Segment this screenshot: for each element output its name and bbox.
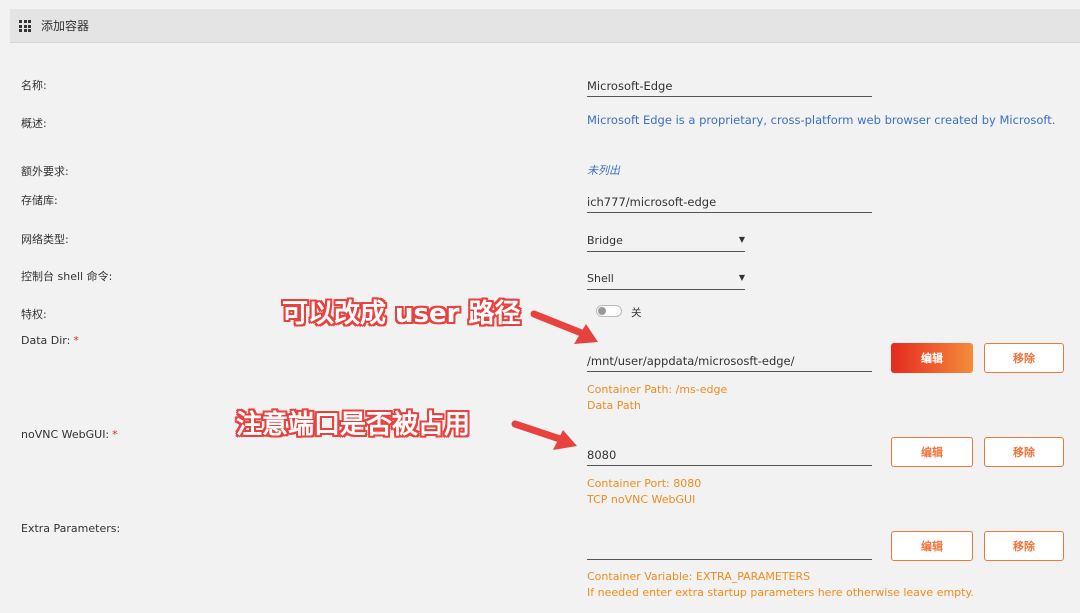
data-dir-hint-desc: Data Path [587, 399, 641, 412]
section-header: 添加容器 [10, 9, 1080, 43]
section-title: 添加容器 [41, 19, 90, 33]
data-dir-remove-button[interactable]: 移除 [984, 343, 1064, 373]
required-marker: * [112, 428, 118, 441]
privileged-toggle-label: 关 [631, 307, 642, 319]
extra-parameters-hint-desc: If needed enter extra startup parameters… [587, 586, 974, 599]
data-dir-edit-button[interactable]: 编辑 [891, 343, 973, 373]
label-novnc-webgui: noVNC WebGUI: * [21, 428, 118, 441]
novnc-edit-button[interactable]: 编辑 [891, 437, 973, 467]
data-dir-field[interactable]: /mnt/user/appdata/micrososft-edge/ [587, 351, 872, 372]
data-dir-hint-path: Container Path: /ms-edge [587, 383, 728, 396]
label-repository: 存储库: [21, 194, 58, 207]
annotation-arrow-icon [511, 420, 577, 450]
extra-parameters-remove-button[interactable]: 移除 [984, 531, 1064, 561]
label-privileged: 特权: [21, 308, 47, 321]
label-name: 名称: [21, 79, 47, 92]
label-console-shell: 控制台 shell 命令: [21, 270, 113, 283]
network-type-select[interactable]: Bridge ▼ [587, 231, 745, 252]
grid-icon [19, 20, 31, 32]
extra-parameters-field[interactable] [587, 539, 872, 560]
overview-text: Microsoft Edge is a proprietary, cross-p… [587, 113, 1056, 127]
annotation-arrow-icon [530, 310, 598, 344]
label-overview: 概述: [21, 117, 47, 130]
novnc-remove-button[interactable]: 移除 [984, 437, 1064, 467]
console-shell-select[interactable]: Shell ▼ [587, 269, 745, 290]
repository-field[interactable]: ich777/microsoft-edge [587, 192, 872, 213]
novnc-hint-desc: TCP noVNC WebGUI [587, 493, 696, 506]
novnc-port-field[interactable]: 8080 [587, 445, 872, 466]
extra-requirements-value: 未列出 [587, 164, 620, 177]
dropdown-arrow-icon: ▼ [738, 235, 745, 244]
label-data-dir: Data Dir: * [21, 334, 79, 347]
label-extra-requirements: 额外要求: [21, 165, 69, 178]
extra-parameters-edit-button[interactable]: 编辑 [891, 531, 973, 561]
dropdown-arrow-icon: ▼ [738, 273, 745, 282]
annotation-port-check: 注意端口是否被占用 [236, 410, 471, 440]
novnc-hint-port: Container Port: 8080 [587, 477, 702, 490]
annotation-user-path: 可以改成 user 路径 [282, 299, 521, 329]
label-extra-parameters: Extra Parameters: [21, 522, 121, 535]
name-field[interactable]: Microsoft-Edge [587, 76, 872, 97]
extra-parameters-hint-var: Container Variable: EXTRA_PARAMETERS [587, 570, 811, 583]
required-marker: * [73, 334, 79, 347]
label-network-type: 网络类型: [21, 233, 69, 246]
